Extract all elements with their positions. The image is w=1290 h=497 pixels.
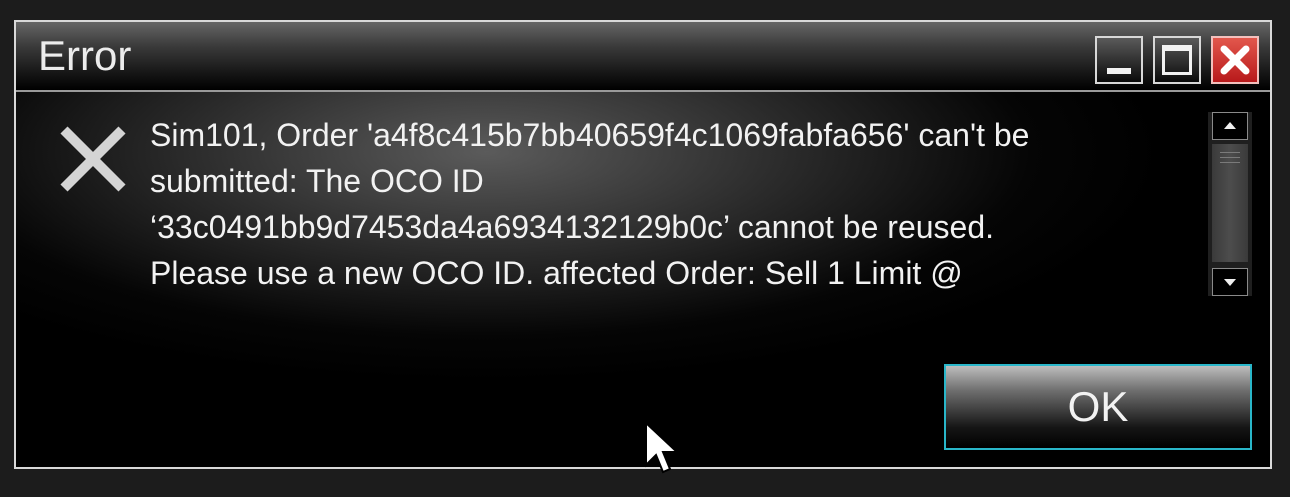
message-scrollbar[interactable] [1208,112,1252,296]
dialog-title: Error [38,32,132,79]
close-button[interactable] [1211,36,1259,84]
dialog-body: Sim101, Order 'a4f8c415b7bb40659f4c1069f… [16,92,1270,467]
message-line: Sim101, Order 'a4f8c415b7bb40659f4c1069f… [150,117,1030,153]
minimize-button[interactable] [1095,36,1143,84]
minimize-icon [1107,68,1131,74]
error-x-icon [60,126,126,192]
ok-button[interactable]: OK [944,364,1252,450]
message-line: Please use a new OCO ID. affected Order:… [150,255,963,291]
scroll-down-button[interactable] [1212,268,1248,296]
message-line: submitted: The OCO ID [150,163,484,199]
message-line: ‘33c0491bb9d7453da4a6934132129b0c’ canno… [150,209,995,245]
error-message: Sim101, Order 'a4f8c415b7bb40659f4c1069f… [150,112,1200,296]
maximize-button[interactable] [1153,36,1201,84]
title-bar[interactable]: Error [16,22,1270,90]
mouse-pointer-icon [645,421,680,474]
error-dialog: Error Sim101, Order 'a4f8c415b7bb40659f4… [14,20,1272,469]
maximize-icon [1162,45,1192,75]
close-icon [1220,45,1250,75]
scroll-thumb[interactable] [1212,144,1248,262]
scroll-up-button[interactable] [1212,112,1248,140]
